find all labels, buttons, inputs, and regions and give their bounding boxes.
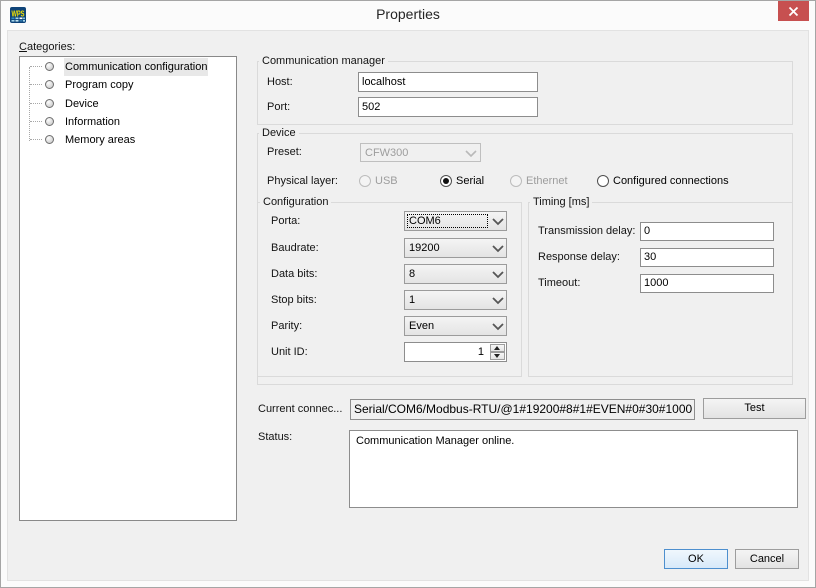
svg-text:WPS: WPS: [12, 10, 25, 19]
